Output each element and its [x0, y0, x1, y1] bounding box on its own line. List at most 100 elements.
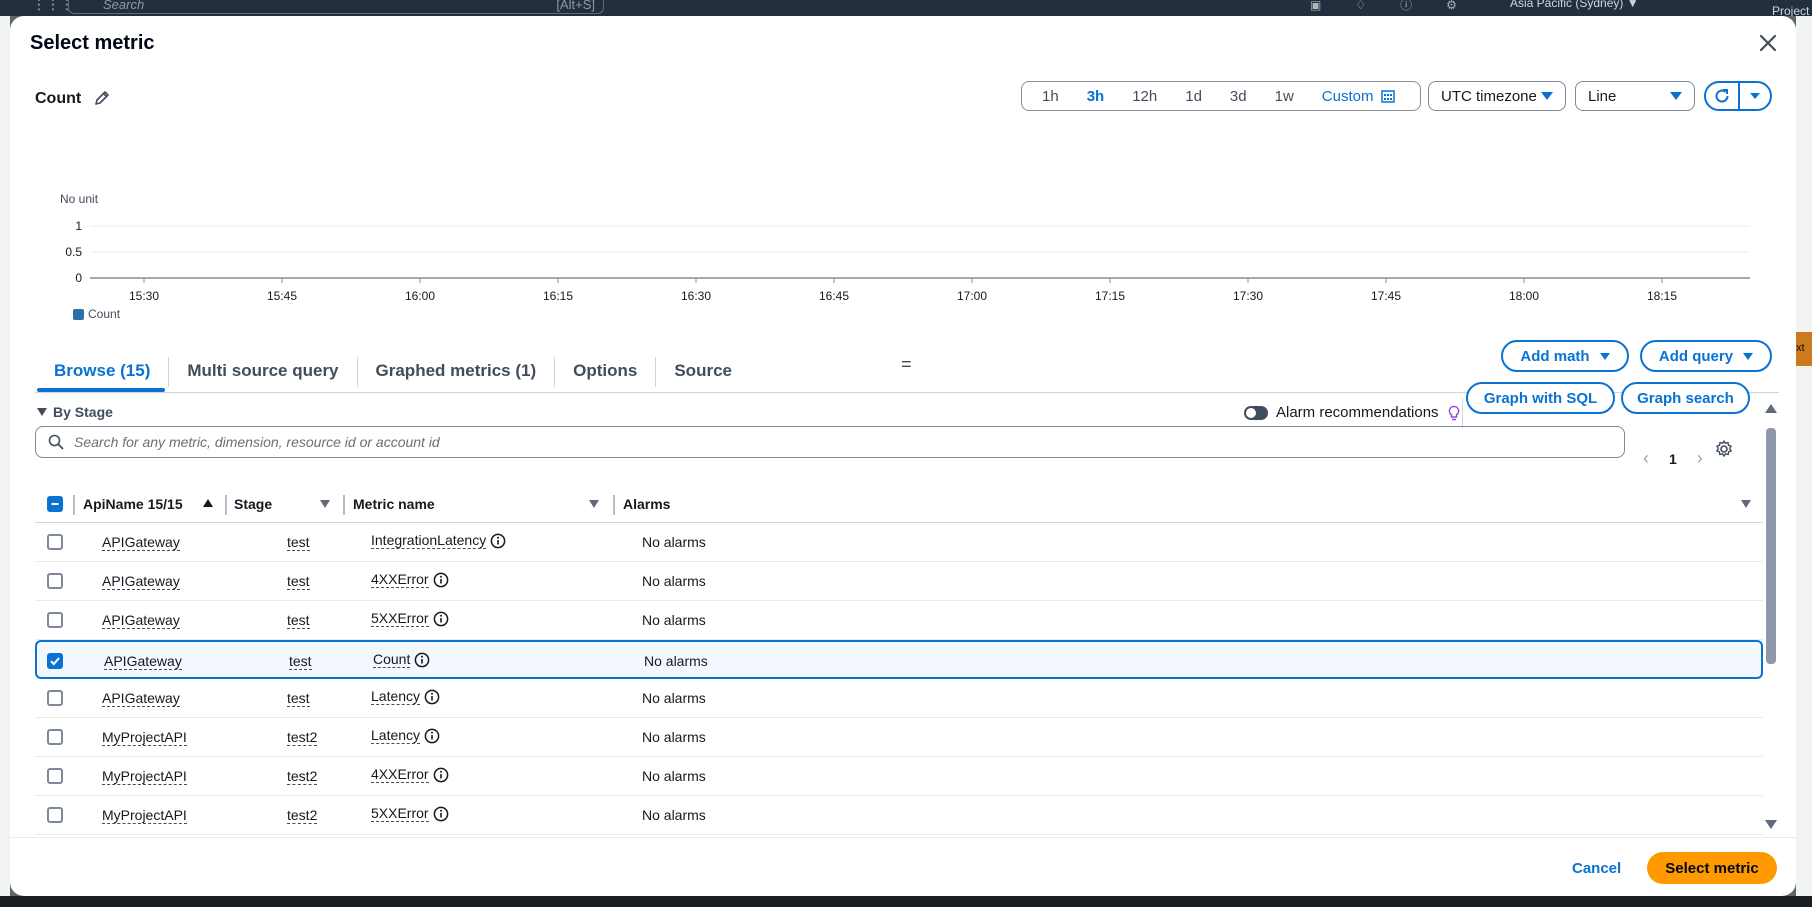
stage-link[interactable]: test	[287, 690, 310, 707]
scrollbar-thumb[interactable]	[1766, 428, 1776, 664]
previous-page-icon[interactable]: ‹	[1643, 448, 1649, 469]
pencil-icon[interactable]	[93, 89, 111, 107]
scrollbar[interactable]	[1763, 404, 1779, 834]
current-page[interactable]: 1	[1669, 451, 1677, 467]
range-1w[interactable]: 1w	[1261, 88, 1308, 105]
toggle-switch[interactable]	[1244, 405, 1268, 420]
api-name-link[interactable]: APIGateway	[102, 612, 180, 629]
info-icon[interactable]	[424, 689, 440, 705]
tab-graphed-metrics[interactable]: Graphed metrics (1)	[358, 357, 556, 387]
metric-name-link[interactable]: Count	[373, 651, 411, 668]
stage-link[interactable]: test	[287, 612, 310, 629]
account-menu[interactable]: Project	[1772, 4, 1809, 16]
metric-name-link[interactable]: IntegrationLatency	[371, 532, 487, 549]
select-all-checkbox[interactable]	[47, 496, 63, 512]
console-header-icons[interactable]: ▣♢ⓘ⚙	[1310, 0, 1491, 13]
table-row[interactable]: MyProjectAPI test2 Latency No alarms	[35, 718, 1763, 757]
next-page-icon[interactable]: ›	[1697, 448, 1703, 469]
column-apiname[interactable]: ApiName 15/15	[83, 496, 183, 512]
column-metric-name[interactable]: Metric name	[353, 496, 435, 512]
region-selector[interactable]: Asia Pacific (Sydney) ▼	[1510, 0, 1639, 10]
row-checkbox[interactable]	[47, 690, 63, 706]
table-row[interactable]: APIGateway test IntegrationLatency No alarm…	[35, 523, 1763, 562]
info-icon[interactable]	[433, 767, 449, 783]
row-checkbox[interactable]	[47, 768, 63, 784]
metric-name-link[interactable]: 5XXError	[371, 805, 429, 822]
calendar-icon[interactable]	[1381, 89, 1396, 103]
refresh-button[interactable]	[1706, 83, 1738, 109]
tab-browse[interactable]: Browse (15)	[36, 357, 170, 387]
group-expander[interactable]: By Stage	[37, 404, 113, 420]
refresh-options-button[interactable]	[1737, 83, 1770, 109]
tab-options[interactable]: Options	[555, 357, 657, 387]
metric-name-link[interactable]: 5XXError	[371, 610, 429, 627]
timezone-select[interactable]: UTC timezone	[1428, 81, 1566, 111]
api-name-link[interactable]: APIGateway	[104, 653, 182, 670]
cancel-button[interactable]: Cancel	[1572, 860, 1621, 877]
table-row[interactable]: MyProjectAPI test2 4XXError No alarms	[35, 757, 1763, 796]
row-checkbox[interactable]	[47, 573, 63, 589]
chart-legend[interactable]: Count	[73, 307, 120, 321]
range-3d[interactable]: 3d	[1216, 88, 1261, 105]
graph-with-sql-button[interactable]: Graph with SQL	[1466, 382, 1615, 414]
metric-name-link[interactable]: 4XXError	[371, 766, 429, 783]
sort-icon[interactable]	[320, 500, 330, 508]
info-icon[interactable]	[433, 806, 449, 822]
stage-link[interactable]: test2	[287, 807, 318, 824]
stage-link[interactable]: test2	[287, 768, 318, 785]
tab-source[interactable]: Source	[656, 357, 750, 387]
range-1d[interactable]: 1d	[1171, 88, 1216, 105]
table-row[interactable]: APIGateway test Count No alarms	[35, 640, 1763, 679]
metric-name-link[interactable]: 4XXError	[371, 571, 429, 588]
row-checkbox[interactable]	[47, 612, 63, 628]
metric-name-link[interactable]: Latency	[371, 727, 421, 744]
row-checkbox[interactable]	[47, 729, 63, 745]
metric-search-input[interactable]	[74, 434, 1574, 450]
info-icon[interactable]	[414, 652, 430, 668]
api-name-link[interactable]: APIGateway	[102, 690, 180, 707]
scroll-up-icon[interactable]	[1765, 404, 1777, 413]
column-stage[interactable]: Stage	[234, 496, 272, 512]
api-name-link[interactable]: APIGateway	[102, 534, 180, 551]
api-name-link[interactable]: APIGateway	[102, 573, 180, 590]
api-name-link[interactable]: MyProjectAPI	[102, 729, 187, 746]
api-name-link[interactable]: MyProjectAPI	[102, 807, 187, 824]
close-icon[interactable]	[1755, 30, 1781, 56]
alarm-recommendations-toggle[interactable]: Alarm recommendations	[1244, 404, 1461, 421]
sort-icon[interactable]	[1741, 500, 1751, 508]
stage-link[interactable]: test	[287, 573, 310, 590]
row-checkbox[interactable]	[47, 653, 63, 669]
range-3h[interactable]: 3h	[1073, 88, 1119, 105]
graph-search-button[interactable]: Graph search	[1621, 382, 1750, 414]
scroll-down-icon[interactable]	[1765, 820, 1777, 829]
table-row[interactable]: APIGateway test 5XXError No alarms	[35, 601, 1763, 640]
info-icon[interactable]	[433, 611, 449, 627]
chart-type-select[interactable]: Line	[1575, 81, 1695, 111]
column-alarms[interactable]: Alarms	[623, 496, 670, 512]
row-checkbox[interactable]	[47, 807, 63, 823]
stage-link[interactable]: test2	[287, 729, 318, 746]
stage-link[interactable]: test	[287, 534, 310, 551]
info-icon[interactable]	[424, 728, 440, 744]
range-custom[interactable]: Custom	[1308, 88, 1382, 105]
gear-icon[interactable]	[1714, 439, 1734, 459]
api-name-link[interactable]: MyProjectAPI	[102, 768, 187, 785]
lightbulb-icon[interactable]	[1447, 405, 1461, 421]
sort-icon[interactable]	[589, 500, 599, 508]
row-checkbox[interactable]	[47, 534, 63, 550]
console-search[interactable]: Search [Alt+S]	[68, 0, 604, 14]
stage-link[interactable]: test	[289, 653, 312, 670]
resize-handle[interactable]: =	[901, 354, 912, 375]
range-1h[interactable]: 1h	[1028, 88, 1073, 105]
select-metric-button[interactable]: Select metric	[1647, 852, 1777, 884]
metric-name-link[interactable]: Latency	[371, 688, 421, 705]
info-icon[interactable]	[433, 572, 449, 588]
range-12h[interactable]: 12h	[1118, 88, 1171, 105]
add-query-button[interactable]: Add query	[1640, 340, 1772, 372]
table-row[interactable]: APIGateway test 4XXError No alarms	[35, 562, 1763, 601]
tab-multi-source-query[interactable]: Multi source query	[169, 357, 358, 387]
sort-ascending-icon[interactable]	[203, 499, 213, 507]
table-row[interactable]: APIGateway test Latency No alarms	[35, 679, 1763, 718]
info-icon[interactable]	[490, 533, 506, 549]
add-math-button[interactable]: Add math	[1501, 340, 1629, 372]
